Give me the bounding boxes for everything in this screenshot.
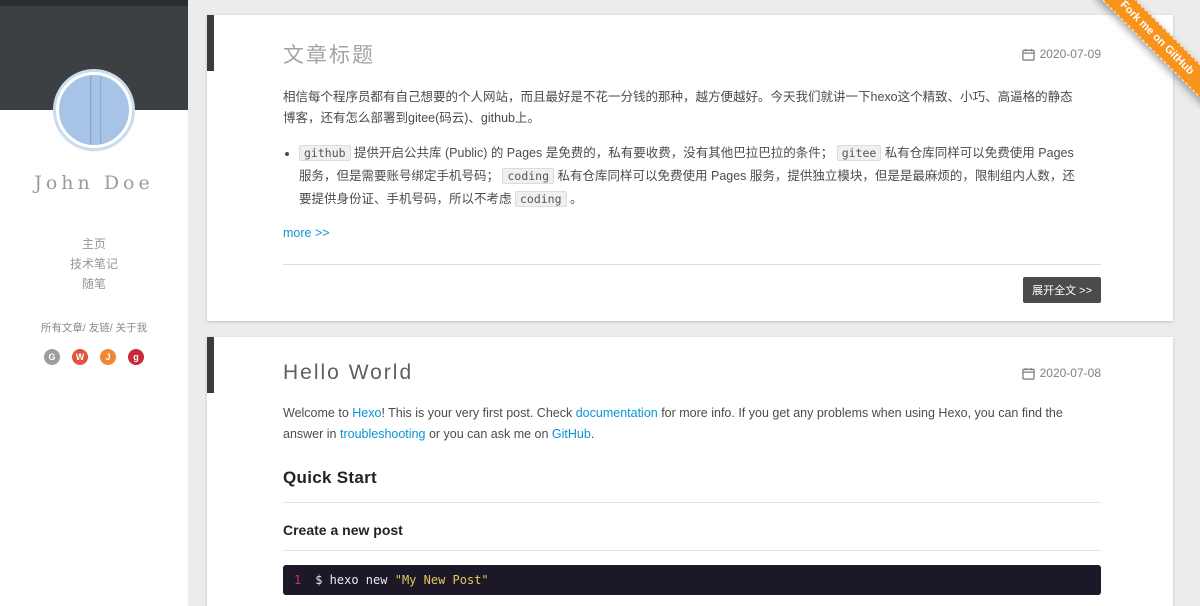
bullet-text: 提供开启公共库 (Public) 的 Pages 是免费的，私有要收费，没有其他… <box>350 145 837 160</box>
welcome-text: or you can ask me on <box>425 427 552 442</box>
card-accent-bar <box>207 15 214 71</box>
sidebar-nav: 主页 技术笔记 随笔 <box>0 234 188 294</box>
code-line-number: 1 <box>294 573 302 588</box>
code-line: $ hexo new "My New Post" <box>307 565 496 595</box>
avatar[interactable] <box>56 72 132 148</box>
card-accent-bar <box>207 337 214 394</box>
post-date-text: 2020-07-08 <box>1039 366 1101 381</box>
expand-full-text-button[interactable]: 展开全文 >> <box>1023 277 1101 304</box>
author-name: John Doe <box>34 172 154 194</box>
more-link[interactable]: more >> <box>283 223 330 244</box>
post-body: 相信每个程序员都有自己想要的个人网站，而且最好是不花一分钱的那种，越方便越好。今… <box>207 87 1173 321</box>
calendar-icon <box>1021 367 1035 380</box>
hexo-link[interactable]: Hexo <box>352 406 381 420</box>
fork-me-ribbon[interactable]: Fork me on GitHub <box>1090 0 1200 107</box>
post-header: Hello World 2020-07-08 <box>207 337 1173 385</box>
code-string: "My New Post" <box>394 573 489 588</box>
gitee-icon[interactable]: g <box>128 349 144 365</box>
post-card-2: Hello World 2020-07-08 Welcome to Hexo! … <box>207 337 1173 606</box>
post-title[interactable]: 文章标题 <box>283 39 375 69</box>
post-header: 文章标题 2020-07-09 <box>207 15 1173 69</box>
sidebar-links: 所有文章/ 友链/ 关于我 <box>0 320 188 335</box>
expand-row: 展开全文 >> <box>207 265 1173 321</box>
sidebar-item-home[interactable]: 主页 <box>0 234 188 254</box>
github-issues-link[interactable]: GitHub <box>552 427 591 441</box>
social-icons-row: G W J g <box>0 349 188 365</box>
bullet-text: 。 <box>566 191 583 206</box>
inline-code: gitee <box>836 144 882 161</box>
post-card-1: 文章标题 2020-07-09 相信每个程序员都有自己想要的个人网站，而且最好是… <box>207 15 1173 322</box>
post-bullet-item: github 提供开启公共库 (Public) 的 Pages 是免费的，私有要… <box>299 142 1085 211</box>
page: John Doe 主页 技术笔记 随笔 所有文章/ 友链/ 关于我 G W J … <box>0 0 1200 606</box>
welcome-text: . <box>590 427 595 442</box>
ribbon-wrap: Fork me on GitHub <box>1090 0 1200 110</box>
about-link[interactable]: 关于我 <box>116 322 148 334</box>
create-post-heading: Create a new post <box>283 519 1101 552</box>
main-content: 文章标题 2020-07-09 相信每个程序员都有自己想要的个人网站，而且最好是… <box>188 0 1200 606</box>
sidebar-item-tech-notes[interactable]: 技术笔记 <box>0 254 188 274</box>
quick-start-heading: Quick Start <box>283 464 1101 503</box>
friends-link[interactable]: 友链/ <box>89 322 113 334</box>
jianshu-icon[interactable]: J <box>100 349 116 365</box>
sidebar: John Doe 主页 技术笔记 随笔 所有文章/ 友链/ 关于我 G W J … <box>0 0 188 606</box>
post-date: 2020-07-08 <box>1021 366 1101 381</box>
documentation-link[interactable]: documentation <box>576 406 658 420</box>
welcome-text: Welcome to <box>283 406 353 421</box>
welcome-paragraph: Welcome to Hexo! This is your very first… <box>283 403 1085 446</box>
calendar-icon <box>1021 48 1035 61</box>
post-title[interactable]: Hello World <box>283 361 413 385</box>
github-icon[interactable]: G <box>44 349 60 365</box>
welcome-text: ! This is your very first post. Check <box>381 406 576 421</box>
post-intro: 相信每个程序员都有自己想要的个人网站，而且最好是不花一分钱的那种，越方便越好。今… <box>283 90 1073 126</box>
code-block: 1 $ hexo new "My New Post" <box>283 565 1101 596</box>
post-body: Welcome to Hexo! This is your very first… <box>207 403 1173 606</box>
inline-code: github <box>299 144 351 161</box>
all-posts-link[interactable]: 所有文章/ <box>41 322 86 334</box>
inline-code: coding <box>514 190 567 207</box>
inline-code: coding <box>502 167 555 184</box>
troubleshooting-link[interactable]: troubleshooting <box>340 427 425 441</box>
sidebar-item-essays[interactable]: 随笔 <box>0 274 188 294</box>
code-command: $ hexo new <box>315 573 395 588</box>
weibo-icon[interactable]: W <box>72 349 88 365</box>
post-bullet-list: github 提供开启公共库 (Public) 的 Pages 是免费的，私有要… <box>283 142 1085 211</box>
